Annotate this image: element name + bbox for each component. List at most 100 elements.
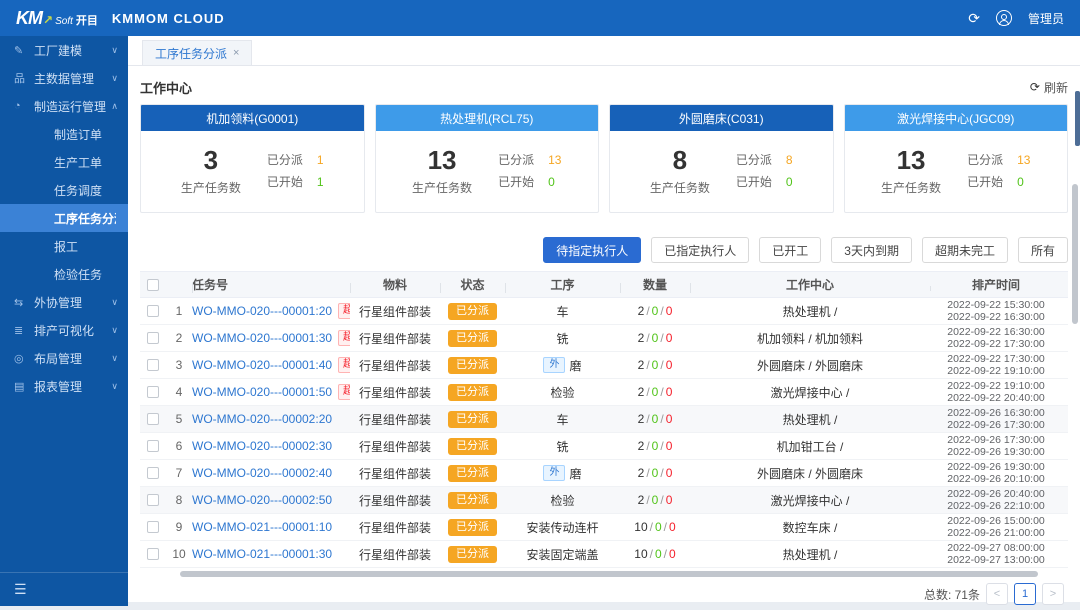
filter-button[interactable]: 3天内到期 <box>831 237 912 263</box>
chevron-icon: ∧ <box>111 101 118 112</box>
scheduled-end-time: 2022-09-26 20:10:00 <box>947 473 1045 485</box>
task-count-value: 13 <box>881 145 941 175</box>
task-number-link[interactable]: WO-MMO-020---00001:20 <box>192 304 332 318</box>
qty-overdue: 0 <box>666 385 673 399</box>
assigned-value: 8 <box>786 149 793 171</box>
col-header-status[interactable]: 状态 <box>440 276 505 293</box>
sidebar-collapse-button[interactable]: ☰ <box>0 572 128 606</box>
row-checkbox[interactable] <box>147 332 159 344</box>
qty-overdue: 0 <box>666 304 673 318</box>
page-vertical-scrollbar-thumb[interactable] <box>1075 91 1080 146</box>
qty-started: 0 <box>652 493 659 507</box>
row-checkbox[interactable] <box>147 548 159 560</box>
row-checkbox[interactable] <box>147 440 159 452</box>
row-checkbox[interactable] <box>147 386 159 398</box>
process-cell: 磨 <box>569 357 581 374</box>
user-name[interactable]: 管理员 <box>1028 10 1064 27</box>
task-number-link[interactable]: WO-MMO-020---00001:40 <box>192 358 332 372</box>
select-all-checkbox[interactable] <box>147 279 159 291</box>
col-header-qty[interactable]: 数量 <box>620 276 690 293</box>
assigned-value: 1 <box>317 149 324 171</box>
task-number-link[interactable]: WO-MMO-020---00002:50 <box>192 493 332 507</box>
next-page-button[interactable]: > <box>1042 583 1064 605</box>
page-1-button[interactable]: 1 <box>1014 583 1036 605</box>
scheduled-start-time: 2022-09-27 08:00:00 <box>947 542 1045 554</box>
row-checkbox[interactable] <box>147 305 159 317</box>
task-number-link[interactable]: WO-MMO-020---00002:30 <box>192 439 332 453</box>
task-count-label: 生产任务数 <box>881 179 941 196</box>
table-row: 4 WO-MMO-020---00001:50 超期 行星组件部装 已分派 检验… <box>140 379 1068 406</box>
task-number-link[interactable]: WO-MMO-020---00002:20 <box>192 412 332 426</box>
workcenter-card-title[interactable]: 外圆磨床(C031) <box>610 105 833 131</box>
material-cell: 行星组件部装 <box>350 519 440 536</box>
task-number-link[interactable]: WO-MMO-020---00002:40 <box>192 466 332 480</box>
logo-km-text: KM <box>16 8 42 29</box>
filter-button[interactable]: 所有 <box>1018 237 1068 263</box>
sidebar-item[interactable]: 工序任务分派 <box>0 204 128 232</box>
sidebar-item[interactable]: 检验任务 <box>0 260 128 288</box>
filter-button[interactable]: 已开工 <box>759 237 821 263</box>
sidebar-item[interactable]: 品 主数据管理 ∨ <box>0 64 128 92</box>
workcenter-card-title[interactable]: 机加领料(G0001) <box>141 105 364 131</box>
sidebar-item[interactable]: ◔ 制造运行管理 ∧ <box>0 92 128 120</box>
topbar-refresh-icon[interactable]: ⟳ <box>968 10 980 27</box>
sidebar-item[interactable]: 报工 <box>0 232 128 260</box>
col-header-process[interactable]: 工序 <box>505 276 620 293</box>
workcenter-card: 外圆磨床(C031) 8 生产任务数 已分派 8 已开始 0 <box>609 104 834 213</box>
status-badge: 已分派 <box>448 546 497 563</box>
workcenter-card: 激光焊接中心(JGC09) 13 生产任务数 已分派 13 已开始 0 <box>844 104 1069 213</box>
chevron-icon: ∨ <box>111 381 118 392</box>
qty-overdue: 0 <box>666 493 673 507</box>
qty-overdue: 0 <box>666 412 673 426</box>
table-row: 2 WO-MMO-020---00001:30 超期 行星组件部装 已分派 铣 … <box>140 325 1068 352</box>
sidebar-item[interactable]: ◎ 布局管理 ∨ <box>0 344 128 372</box>
row-checkbox[interactable] <box>147 413 159 425</box>
tab-process-task-dispatch[interactable]: 工序任务分派 × <box>142 40 252 65</box>
filter-button[interactable]: 已指定执行人 <box>651 237 749 263</box>
sidebar-item[interactable]: 任务调度 <box>0 176 128 204</box>
row-checkbox[interactable] <box>147 359 159 371</box>
row-index: 3 <box>166 358 192 372</box>
workcenter-card-title[interactable]: 热处理机(RCL75) <box>376 105 599 131</box>
sidebar-item[interactable]: ▤ 报表管理 ∨ <box>0 372 128 400</box>
sidebar-nav: ☰ ✎ 工厂建模 ∨ 品 主数据管理 ∨ ◔ 制造运行管理 ∧ 制造订单 生产工… <box>0 36 128 606</box>
tab-close-icon[interactable]: × <box>233 47 239 59</box>
row-index: 2 <box>166 331 192 345</box>
main-area: 工序任务分派 × 工作中心 ⟳ 刷新 机加领料(G0001) 3 生产任务数 <box>128 36 1080 602</box>
sidebar-item[interactable]: 制造订单 <box>0 120 128 148</box>
total-count-text: 总数: 71条 <box>924 586 980 603</box>
user-avatar-icon[interactable] <box>996 10 1012 26</box>
sidebar-item[interactable]: 生产工单 <box>0 148 128 176</box>
task-number-link[interactable]: WO-MMO-020---00001:50 <box>192 385 332 399</box>
material-cell: 行星组件部装 <box>350 465 440 482</box>
sidebar-item-label: 报工 <box>54 238 116 255</box>
task-number-link[interactable]: WO-MMO-021---00001:30 <box>192 547 332 561</box>
col-header-time[interactable]: 排产时间 <box>930 279 1062 291</box>
row-checkbox[interactable] <box>147 467 159 479</box>
sidebar-item[interactable]: ⇆ 外协管理 ∨ <box>0 288 128 316</box>
workcenter-cell: 数控车床 / <box>690 519 930 536</box>
scheduled-start-time: 2022-09-26 16:30:00 <box>947 407 1045 419</box>
filter-button[interactable]: 待指定执行人 <box>543 237 641 263</box>
filter-button[interactable]: 超期未完工 <box>922 237 1008 263</box>
sidebar-item[interactable]: ≣ 排产可视化 ∨ <box>0 316 128 344</box>
col-header-material[interactable]: 物料 <box>350 276 440 293</box>
refresh-button[interactable]: ⟳ 刷新 <box>1030 79 1068 96</box>
status-badge: 已分派 <box>448 357 497 374</box>
task-number-link[interactable]: WO-MMO-021---00001:10 <box>192 520 332 534</box>
row-checkbox[interactable] <box>147 521 159 533</box>
task-number-link[interactable]: WO-MMO-020---00001:30 <box>192 331 332 345</box>
workcenter-card-title[interactable]: 激光焊接中心(JGC09) <box>845 105 1068 131</box>
col-header-workcenter[interactable]: 工作中心 <box>690 276 930 293</box>
table-row: 8 WO-MMO-020---00002:50 行星组件部装 已分派 检验 2/… <box>140 487 1068 514</box>
col-header-task[interactable]: 任务号 <box>192 276 350 293</box>
filter-button-label: 所有 <box>1031 242 1055 259</box>
table-vertical-scrollbar-thumb[interactable] <box>1072 184 1078 324</box>
chevron-icon: ∨ <box>111 353 118 364</box>
row-checkbox[interactable] <box>147 494 159 506</box>
sidebar-item[interactable]: ✎ 工厂建模 ∨ <box>0 36 128 64</box>
prev-page-button[interactable]: < <box>986 583 1008 605</box>
hscrollbar-thumb[interactable] <box>180 571 1038 577</box>
workcenter-cell: 激光焊接中心 / <box>690 492 930 509</box>
scheduled-start-time: 2022-09-22 15:30:00 <box>947 299 1045 311</box>
